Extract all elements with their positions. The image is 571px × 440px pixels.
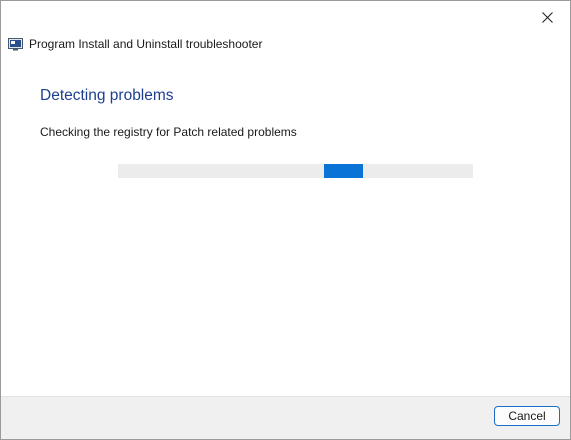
progress-indicator xyxy=(324,164,363,178)
window-title: Program Install and Uninstall troublesho… xyxy=(29,37,263,51)
close-icon xyxy=(541,11,553,23)
window-title-bar: Program Install and Uninstall troublesho… xyxy=(8,37,262,51)
status-message: Checking the registry for Patch related … xyxy=(40,125,297,139)
close-button[interactable] xyxy=(532,6,562,28)
troubleshooter-icon xyxy=(8,37,24,51)
page-heading: Detecting problems xyxy=(40,87,174,104)
progress-bar xyxy=(118,164,473,178)
troubleshooter-window: Program Install and Uninstall troublesho… xyxy=(0,0,571,440)
cancel-button[interactable]: Cancel xyxy=(494,406,560,426)
dialog-footer: Cancel xyxy=(1,396,570,439)
